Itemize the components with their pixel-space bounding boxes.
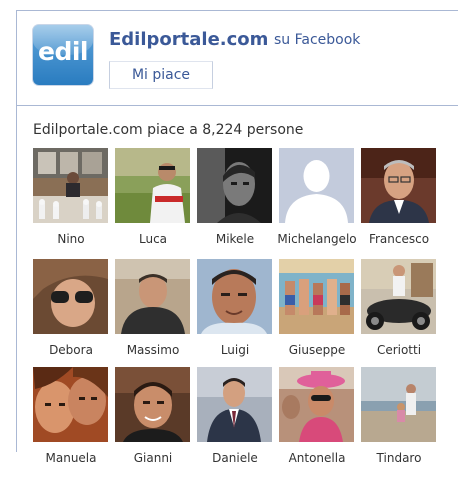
fan-item[interactable]: Mikele (197, 148, 273, 250)
fan-name: Manuela (45, 451, 97, 465)
page-name-link[interactable]: Edilportale.com (109, 29, 268, 50)
fan-name: Daniele (212, 451, 258, 465)
fan-name: Ceriotti (376, 343, 422, 357)
fan-item[interactable]: Luca (115, 148, 191, 250)
fan-name: Michelangelo (277, 232, 357, 246)
fan-photo-debora (33, 259, 108, 334)
fan-name: Massimo (126, 343, 180, 357)
fan-count-text: Edilportale.com piace a 8,224 persone (33, 122, 304, 138)
fan-name: Antonella (288, 451, 346, 465)
fan-item[interactable]: Michelangelo (277, 148, 357, 250)
fan-photo-ceriotti (361, 259, 436, 334)
fan-item[interactable]: Gianni (115, 367, 191, 469)
fan-photo-gianni (115, 367, 190, 442)
fan-photo-francesco (361, 148, 436, 223)
fan-item[interactable]: Ceriotti (361, 259, 437, 361)
fan-photo-daniele (197, 367, 272, 442)
like-button-label: Mi piace (131, 67, 191, 83)
logo-text: edil (38, 37, 89, 66)
fan-name: Luigi (220, 343, 250, 357)
fan-name: Mikele (215, 232, 255, 246)
fan-photo-giuseppe (279, 259, 354, 334)
fan-item[interactable]: Manuela (33, 367, 109, 469)
fan-name: Luca (138, 232, 168, 246)
fan-item[interactable]: Daniele (197, 367, 273, 469)
facebook-like-box: edil Edilportale.com su Facebook Mi piac… (16, 10, 458, 465)
fan-photo-massimo (115, 259, 190, 334)
like-box-header: edil Edilportale.com su Facebook Mi piac… (17, 11, 458, 106)
fan-name: Tindaro (376, 451, 422, 465)
fan-item[interactable]: Tindaro (361, 367, 437, 469)
fan-item[interactable]: Debora (33, 259, 109, 361)
fan-photo-nino (33, 148, 108, 223)
fan-photo-luca (115, 148, 190, 223)
fan-item[interactable]: Antonella (279, 367, 355, 469)
like-button[interactable]: Mi piace (109, 61, 213, 89)
fan-item[interactable]: Luigi (197, 259, 273, 361)
fan-item[interactable]: Nino (33, 148, 109, 250)
fan-name: Nino (57, 232, 85, 246)
fan-photo-tindaro (361, 367, 436, 442)
fan-photo-mikele (197, 148, 272, 223)
fan-photo-luigi (197, 259, 272, 334)
fan-photo-michelangelo (279, 148, 354, 223)
fan-photo-manuela (33, 367, 108, 442)
fan-item[interactable]: Giuseppe (279, 259, 355, 361)
fan-item[interactable]: Massimo (115, 259, 191, 361)
fan-name: Francesco (368, 232, 430, 246)
fan-name: Giuseppe (288, 343, 346, 357)
fan-name: Debora (49, 343, 93, 357)
edilportale-logo[interactable]: edil (33, 25, 93, 85)
fan-item[interactable]: Francesco (361, 148, 437, 250)
platform-label: su Facebook (274, 32, 361, 48)
fan-name: Gianni (133, 451, 173, 465)
fan-photo-antonella (279, 367, 354, 442)
